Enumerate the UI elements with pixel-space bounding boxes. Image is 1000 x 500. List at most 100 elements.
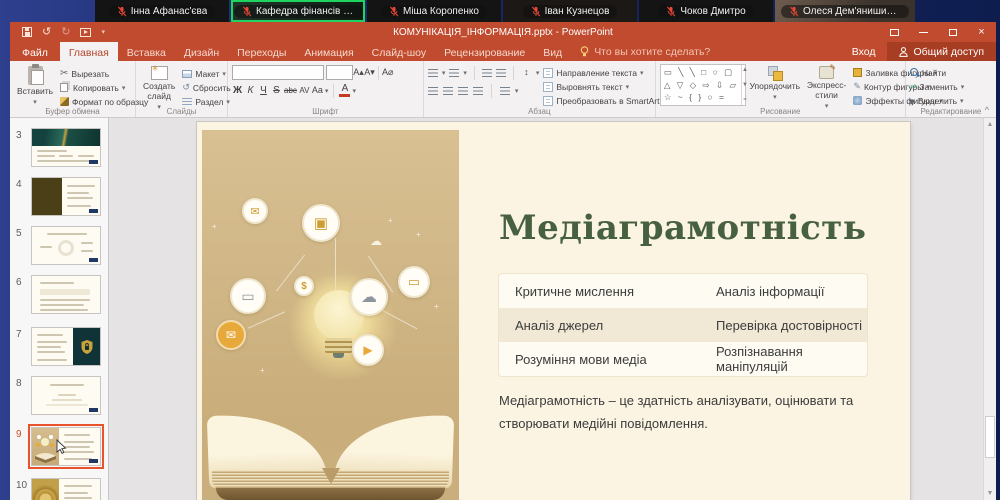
grow-font-button[interactable]: А▴ (353, 66, 364, 79)
shape-row: △ ▽ ◇ ⇨ ⇩ ▱ (664, 81, 738, 90)
font-name-input[interactable] (232, 65, 324, 80)
reset-button[interactable]: ↺Сбросить (182, 81, 230, 94)
numbering-icon[interactable] (449, 69, 459, 77)
tab-slideshow[interactable]: Слайд-шоу (363, 42, 435, 61)
increase-indent-icon[interactable] (496, 69, 506, 77)
font-size-input[interactable] (326, 65, 353, 80)
participant-tile[interactable]: Олеся Дем'янишина, ... (775, 0, 915, 22)
thumbnail-number: 5 (16, 228, 28, 239)
table-row: Розуміння мови медіа Розпізнавання маніп… (499, 342, 867, 376)
start-slideshow-icon[interactable] (80, 28, 91, 37)
participant-tile-active-speaker[interactable]: Кафедра фінансів і креди... (231, 0, 365, 22)
slide-thumbnail-5[interactable] (31, 226, 101, 265)
strikethrough-button[interactable]: S (271, 84, 282, 97)
clear-formatting-button[interactable]: А⌀ (382, 66, 393, 79)
tab-animations[interactable]: Анимация (295, 42, 362, 61)
font-color-button[interactable]: А (339, 84, 350, 97)
group-font: А▴ А▾ А⌀ Ж К Ч S abc AV Aa ▾ А ▾ (228, 61, 424, 117)
participant-name: Чоков Дмитро (680, 6, 745, 17)
tab-review[interactable]: Рецензирование (435, 42, 534, 61)
tab-file[interactable]: Файл (10, 42, 60, 61)
bullets-icon[interactable] (428, 69, 438, 77)
thumbnail-image (73, 328, 100, 365)
ribbon-display-options-button[interactable] (880, 22, 909, 42)
bold-button[interactable]: Ж (232, 84, 243, 97)
scroll-up-icon[interactable]: ▲ (742, 67, 748, 73)
tell-me-box[interactable]: Что вы хотите сделать? (571, 42, 719, 61)
person-icon (899, 47, 908, 57)
layout-icon (182, 70, 192, 78)
muted-mic-icon (789, 6, 799, 17)
collapse-ribbon-icon[interactable]: ^ (985, 105, 989, 115)
table-cell: Критичне мислення (499, 284, 700, 299)
align-text-button[interactable]: Выровнять текст▾ (543, 80, 666, 93)
minimize-button[interactable] (909, 22, 938, 42)
slide-thumbnail-panel[interactable]: 3 4 5 (10, 118, 109, 500)
redo-icon[interactable]: ↻ (61, 27, 70, 38)
layout-button[interactable]: Макет▾ (182, 67, 230, 80)
scrollbar-down-icon[interactable]: ▼ (984, 490, 996, 497)
decrease-indent-icon[interactable] (482, 69, 492, 77)
slide-thumbnail-7[interactable] (31, 327, 101, 366)
smartart-icon (543, 96, 553, 106)
quick-styles-button[interactable]: Экспресс-стили ▾ (804, 64, 850, 113)
window-controls: × (880, 22, 996, 42)
character-spacing-button[interactable]: AV (299, 84, 310, 97)
tab-design[interactable]: Дизайн (175, 42, 228, 61)
thumbnail-number: 3 (16, 130, 28, 141)
slide-thumbnail-10[interactable] (31, 478, 101, 500)
share-button[interactable]: Общий доступ (887, 42, 996, 61)
save-icon[interactable] (22, 27, 32, 37)
slide-thumbnail-4[interactable] (31, 177, 101, 216)
participant-tile[interactable]: Чоков Дмитро (639, 0, 773, 22)
shape-gallery-scroll[interactable]: ▲ ▼ = (741, 65, 748, 105)
underline-button[interactable]: Ч (258, 84, 269, 97)
align-left-icon[interactable] (428, 87, 438, 95)
slide-thumbnail-3[interactable] (31, 128, 101, 167)
tab-transitions[interactable]: Переходы (228, 42, 295, 61)
vertical-scrollbar[interactable]: ▲ ▼ (983, 118, 996, 500)
scrollbar-thumb[interactable] (985, 416, 995, 458)
thumbnail-image (32, 428, 59, 465)
text-shadow-button[interactable]: abc (284, 84, 297, 97)
tab-insert[interactable]: Вставка (118, 42, 175, 61)
scrollbar-up-icon[interactable]: ▲ (984, 121, 996, 128)
tab-view[interactable]: Вид (534, 42, 571, 61)
thumbnail-logo-chip (89, 459, 98, 463)
paste-button[interactable]: Вставить ▾ (14, 64, 56, 109)
italic-button[interactable]: К (245, 84, 256, 97)
shrink-font-button[interactable]: А▾ (364, 66, 375, 79)
close-button[interactable]: × (967, 22, 996, 42)
participant-name: Міша Коропенко (403, 6, 479, 17)
smartart-button[interactable]: Преобразовать в SmartArt▾ (543, 94, 666, 107)
arrange-button[interactable]: Упорядочить ▾ (750, 64, 800, 104)
sign-in-button[interactable]: Вход (840, 42, 888, 61)
replace-button[interactable]: ⇄Заменить▾ (910, 80, 964, 93)
participant-tile[interactable]: Міша Коропенко (367, 0, 501, 22)
slide-thumbnail-8[interactable] (31, 376, 101, 415)
find-button[interactable]: Найти (910, 66, 964, 79)
columns-icon[interactable] (500, 87, 510, 95)
justify-icon[interactable] (473, 87, 483, 95)
qat-customize-icon[interactable]: ▾ (101, 28, 105, 36)
align-right-icon[interactable] (458, 87, 468, 95)
scroll-down-icon[interactable]: ▼ (742, 82, 748, 88)
restore-button[interactable] (938, 22, 967, 42)
undo-icon[interactable]: ↺ (42, 27, 51, 38)
change-case-button[interactable]: Aa (312, 84, 323, 97)
tab-home[interactable]: Главная (60, 42, 118, 61)
slide[interactable]: ✉ ▣ $ ▭ ✉ ☁ ▶ ▭ ☁ + + + + + (197, 122, 910, 500)
slide-thumbnail-6[interactable] (31, 275, 101, 314)
participant-tile[interactable]: Іван Кузнецов (503, 0, 637, 22)
paste-label: Вставить (17, 87, 53, 97)
text-direction-button[interactable]: Направление текста▾ (543, 66, 666, 79)
copy-icon (60, 83, 68, 92)
line-spacing-icon[interactable]: ↕ (521, 66, 532, 79)
align-center-icon[interactable] (443, 87, 453, 95)
slide-canvas-area[interactable]: ✉ ▣ $ ▭ ✉ ☁ ▶ ▭ ☁ + + + + + (109, 118, 983, 500)
table-cell: Розуміння мови медіа (499, 352, 700, 367)
shape-gallery[interactable]: ▭ ╲ ╲ □ ○ ▢ △ ▽ ◇ ⇨ ⇩ ▱ ☆ ~ { } ○ = ▲ ▼ … (660, 64, 746, 106)
participant-tile[interactable]: Інна Афанас'єва (95, 0, 229, 22)
select-button[interactable]: Выделить▾ (910, 94, 964, 107)
group-label: Редактирование (906, 107, 996, 116)
